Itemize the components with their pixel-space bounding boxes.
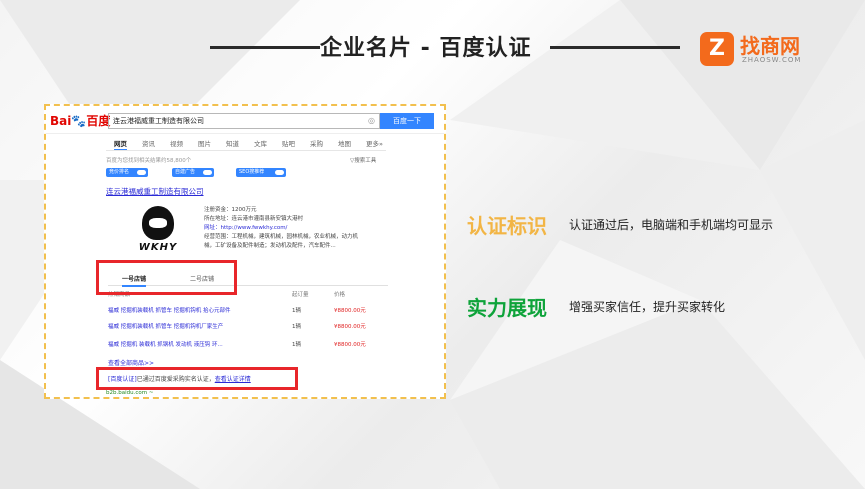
feature-heading: 实力展现: [467, 296, 547, 320]
slide-title-bar: 企业名片 - 百度认证: [210, 30, 680, 64]
feature-description: 认证通过后，电脑端和手机端均可显示: [569, 218, 774, 232]
product-name[interactable]: 福威 挖掘机装载机 抓管车 挖掘机钩机 拾心元部件: [108, 306, 231, 314]
baidu-logo-cn: 百度: [86, 114, 111, 128]
brand-badge-icon: Z: [700, 32, 734, 66]
table-row[interactable]: 福威 挖掘机装载机 抓管车 挖掘机钩机 拾心元部件 1辆 ¥8800.00元: [108, 306, 388, 316]
title-line-right: [550, 46, 680, 49]
toggle-seo[interactable]: SEO搜推荐: [236, 168, 286, 177]
tabs-divider: [106, 150, 386, 151]
search-value: 连云港福威重工制造有限公司: [113, 117, 204, 125]
tab-images[interactable]: 图片: [198, 138, 211, 148]
feature-description: 增强买家信任，提升买家转化: [569, 300, 726, 314]
info-scope: 经营范围：工程机械，建筑机械，园林机械，农业机械，动力机: [204, 234, 359, 240]
result-title-link[interactable]: 连云港福威重工制造有限公司: [106, 186, 204, 197]
search-tools-link[interactable]: ▽搜索工具: [350, 156, 376, 164]
tab-purchase[interactable]: 采购: [310, 138, 323, 148]
view-all-products-link[interactable]: 查看全部商品>>: [108, 358, 154, 367]
toggle-self-ads[interactable]: 自建广告: [172, 168, 214, 177]
tab-more[interactable]: 更多»: [366, 138, 383, 148]
result-url: b2b.baidu.com ~: [106, 390, 154, 396]
table-row[interactable]: 福威 挖掘机 装载机 抓钢机 发动机 液压钩 环... 1辆 ¥8800.00元: [108, 340, 388, 350]
tab-tieba[interactable]: 贴吧: [282, 138, 295, 148]
header-moq: 起订量: [292, 292, 309, 298]
result-count: 百度为您找到相关结果约58,800个: [106, 158, 192, 164]
header-price: 价格: [334, 292, 346, 298]
brand-name: 找商网: [740, 34, 800, 58]
monkey-icon: [142, 206, 174, 240]
title-line-left: [210, 46, 320, 49]
search-input[interactable]: 连云港福威重工制造有限公司 ◎: [108, 113, 380, 129]
camera-icon[interactable]: ◎: [368, 114, 375, 128]
table-row[interactable]: 福威 挖掘机装载机 抓管车 挖掘机钩机厂家生产 1辆 ¥8800.00元: [108, 322, 388, 332]
search-button[interactable]: 百度一下: [380, 113, 434, 129]
company-logo-text: WKHY: [138, 242, 178, 253]
baidu-logo[interactable]: Bai🐾百度: [50, 112, 110, 129]
product-price: ¥8800.00元: [334, 308, 366, 314]
highlight-box-shop-tab: [96, 260, 237, 295]
slide-title: 企业名片 - 百度认证: [320, 36, 532, 61]
highlight-box-verification: [96, 367, 298, 390]
brand-domain: ZHAOSW.COM: [742, 56, 802, 64]
product-moq: 1辆: [292, 324, 301, 330]
info-scope-cont: 械，工矿设备及配件制造；发动机及配件，汽车配件...: [204, 243, 336, 249]
tab-news[interactable]: 资讯: [142, 138, 155, 148]
product-moq: 1辆: [292, 342, 301, 348]
search-tabs: 网页 资讯 视频 图片 知道 文库 贴吧 采购 地图 更多»: [114, 138, 444, 151]
toggle-bidding[interactable]: 竞价排名: [106, 168, 148, 177]
baidu-paw-icon: 🐾: [71, 114, 87, 128]
product-name[interactable]: 福威 挖掘机 装载机 抓钢机 发动机 液压钩 环...: [108, 340, 223, 348]
tab-zhidao[interactable]: 知道: [226, 138, 239, 148]
info-address: 所在地址：连云港市灌南县新安镇大港村: [204, 216, 304, 222]
company-info: 注册资金：1200万元 所在地址：连云港市灌南县新安镇大港村 网址：http:/…: [204, 206, 386, 251]
baidu-screenshot: Bai🐾百度 连云港福威重工制造有限公司 ◎ 百度一下 网页 资讯 视频 图片 …: [44, 104, 446, 399]
company-logo: WKHY: [128, 206, 188, 256]
tab-video[interactable]: 视频: [170, 138, 183, 148]
product-price: ¥8800.00元: [334, 324, 366, 330]
brand-logo: Z 找商网 ZHAOSW.COM: [700, 30, 830, 70]
product-moq: 1辆: [292, 308, 301, 314]
baidu-logo-latin: Bai: [50, 114, 72, 128]
baidu-header: Bai🐾百度 连云港福威重工制造有限公司 ◎ 百度一下: [46, 106, 444, 134]
tab-map[interactable]: 地图: [338, 138, 351, 148]
product-price: ¥8800.00元: [334, 342, 366, 348]
info-website[interactable]: 网址：http://www.fwwkhy.com/: [204, 224, 386, 233]
product-name[interactable]: 福威 挖掘机装载机 抓管车 挖掘机钩机厂家生产: [108, 322, 223, 330]
feature-heading: 认证标识: [467, 214, 547, 238]
tab-wenku[interactable]: 文库: [254, 138, 267, 148]
info-capital: 注册资金：1200万元: [204, 207, 257, 213]
